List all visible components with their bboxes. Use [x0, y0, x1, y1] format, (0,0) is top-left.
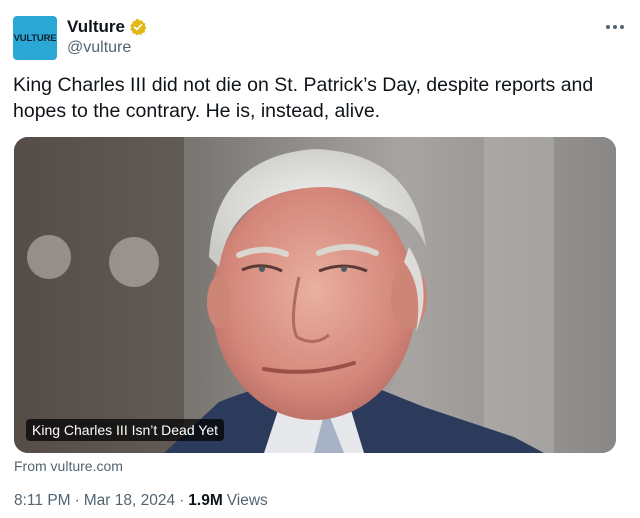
meta-separator: ·: [74, 492, 80, 509]
author-names: Vulture @vulture: [67, 16, 147, 57]
tweet-date[interactable]: Mar 18, 2024: [84, 492, 175, 510]
more-dot: [613, 25, 617, 29]
more-dot: [606, 25, 610, 29]
display-name-row: Vulture: [67, 16, 147, 38]
verified-badge-icon: [130, 18, 147, 36]
display-name[interactable]: Vulture: [67, 17, 125, 37]
card-caption: King Charles III Isn’t Dead Yet: [26, 419, 224, 441]
tweet-header: VULTURE Vulture @vulture: [13, 14, 627, 60]
views-count: 1.9M: [188, 492, 223, 509]
more-dot: [620, 25, 624, 29]
tweet-text: King Charles III did not die on St. Patr…: [13, 74, 594, 122]
card-source[interactable]: From vulture.com: [14, 458, 123, 474]
avatar-logo-text: VULTURE: [13, 32, 57, 44]
more-options-icon[interactable]: [603, 18, 627, 36]
avatar[interactable]: VULTURE: [13, 16, 57, 60]
handle[interactable]: @vulture: [67, 39, 147, 57]
meta-separator: ·: [179, 492, 185, 509]
tweet-time[interactable]: 8:11 PM: [14, 492, 71, 510]
card-image: [14, 137, 616, 453]
link-card[interactable]: King Charles III Isn’t Dead Yet: [14, 137, 616, 453]
tweet-meta: 8:11 PM · Mar 18, 2024 · 1.9M Views: [14, 492, 268, 510]
views-label: Views: [226, 492, 268, 509]
